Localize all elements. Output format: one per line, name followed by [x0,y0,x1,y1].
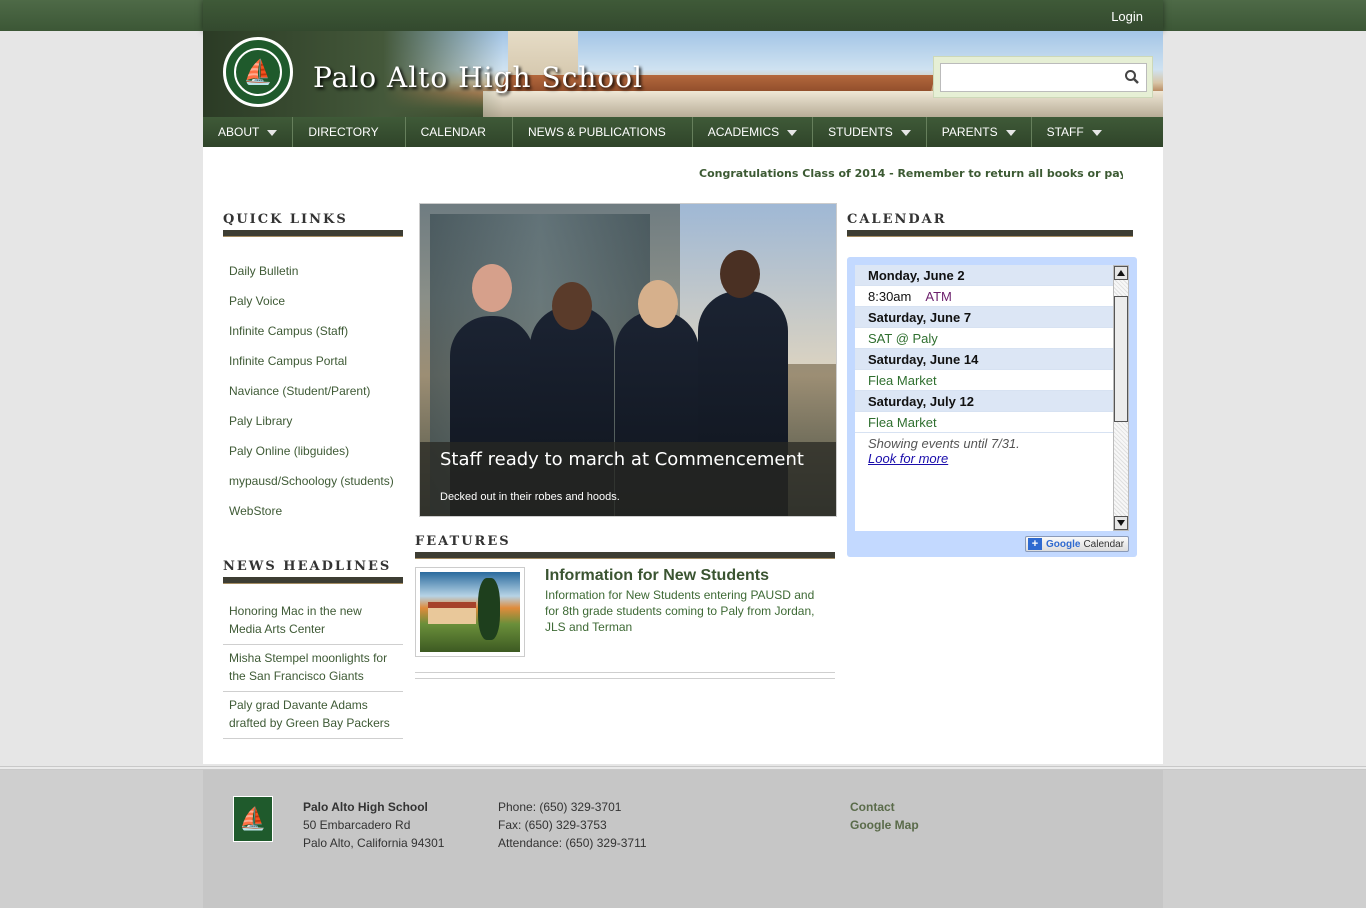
nav-directory[interactable]: DIRECTORY [293,117,406,147]
quick-link-item[interactable]: Paly Voice [223,292,403,310]
calendar-section: CALENDAR [847,212,1133,237]
scrollbar-thumb[interactable] [1114,296,1128,422]
look-for-more-link[interactable]: Look for more [868,451,948,466]
footer-phone: Phone: (650) 329-3701 [498,800,622,814]
quick-link-item[interactable]: Paly Library [223,412,403,430]
nav-academics[interactable]: ACADEMICS [693,117,814,147]
calendar-event-row[interactable]: SAT @ Paly [855,328,1113,349]
announcement-marquee: Congratulations Class of 2014 - Remember… [699,167,1123,180]
scroll-up-arrow-icon[interactable] [1114,266,1128,280]
footer-attendance: Attendance: (650) 329-3711 [498,836,647,850]
quick-link-item[interactable]: WebStore [223,502,403,520]
news-headlines-title: NEWS HEADLINES [223,559,392,574]
caret-down-icon [900,129,911,136]
event-title[interactable]: ATM [925,289,951,304]
footer-links: Contact Google Map [850,798,919,834]
caret-down-icon [267,129,278,136]
news-item[interactable]: Paly grad Davante Adams drafted by Green… [223,692,403,739]
calendar-date-row: Saturday, July 12 [855,391,1113,412]
google-logo: Google [1046,538,1081,550]
nav-calendar[interactable]: CALENDAR [406,117,513,147]
footer-fax: Fax: (650) 329-3753 [498,818,607,832]
section-divider [223,577,403,584]
section-divider [223,230,403,237]
header-banner: ⛵ Palo Alto High School [203,31,1163,117]
contact-link[interactable]: Contact [850,798,919,816]
footer-address-line: Palo Alto, California 94301 [303,836,445,850]
footer: ⛵ Palo Alto High School 50 Embarcadero R… [203,770,1163,908]
caret-down-icon [1005,129,1016,136]
quick-links-title: QUICK LINKS [223,212,348,227]
quick-link-item[interactable]: Paly Online (libguides) [223,442,403,460]
quick-link-item[interactable]: Infinite Campus (Staff) [223,322,403,340]
feature-description: Information for New Students entering PA… [545,588,815,634]
features-section: FEATURES Information for New Students In… [415,534,835,679]
calendar-scrollbar[interactable] [1113,265,1129,531]
google-map-link[interactable]: Google Map [850,816,919,834]
calendar-date-row: Saturday, June 14 [855,349,1113,370]
news-item[interactable]: Honoring Mac in the new Media Arts Cente… [223,598,403,645]
site-title[interactable]: Palo Alto High School [313,61,643,94]
event-time: 8:30am [868,289,912,304]
calendar-event-row[interactable]: 8:30am ATM [855,286,1113,307]
calendar-event-row[interactable]: Flea Market [855,412,1113,433]
news-headlines: NEWS HEADLINES Honoring Mac in the new M… [223,559,403,739]
top-bar: Login [203,0,1163,31]
plus-icon: + [1028,538,1042,550]
scroll-down-arrow-icon[interactable] [1114,516,1128,530]
footer-address-line: 50 Embarcadero Rd [303,818,411,832]
calendar-date-row: Monday, June 2 [855,265,1113,286]
caret-down-icon [787,129,798,136]
nav-staff[interactable]: STAFF [1032,117,1117,147]
school-seal-logo[interactable]: ⛵ [223,37,293,107]
section-divider [415,552,835,559]
calendar-event-row[interactable]: Flea Market [855,370,1113,391]
school-crest-icon: ⛵ [233,796,273,842]
quick-link-item[interactable]: Daily Bulletin [223,262,403,280]
quick-link-item[interactable]: Naviance (Student/Parent) [223,382,403,400]
footer-school-name: Palo Alto High School [303,800,428,814]
quick-link-item[interactable]: mypausd/Schoology (students) [223,472,403,490]
slide-caption-subtitle: Decked out in their robes and hoods. [440,491,620,503]
viking-ship-icon: ⛵ [234,48,282,96]
feature-item: Information for New Students Information… [415,567,835,673]
feature-title[interactable]: Information for New Students [545,567,769,585]
features-title: FEATURES [415,534,511,549]
caret-down-icon [1091,129,1102,136]
search-input[interactable] [940,63,1147,92]
section-divider [415,678,835,679]
quick-link-item[interactable]: Infinite Campus Portal [223,352,403,370]
page-column: ⛵ Palo Alto High School ABOUT DIRECTORY … [203,31,1163,764]
featured-slideshow[interactable]: Staff ready to march at Commencement Dec… [419,203,837,517]
calendar-agenda: Monday, June 2 8:30am ATM Saturday, June … [855,265,1113,531]
footer-phones: Phone: (650) 329-3701 Fax: (650) 329-375… [498,798,647,852]
calendar-date-row: Saturday, June 7 [855,307,1113,328]
slide-caption-title[interactable]: Staff ready to march at Commencement [440,449,804,470]
add-google-calendar-button[interactable]: + Google Calendar [1025,536,1129,552]
nav-news-publications[interactable]: NEWS & PUBLICATIONS [513,117,693,147]
nav-students[interactable]: STUDENTS [813,117,927,147]
calendar-footer: Showing events until 7/31. Look for more [855,433,1113,469]
nav-about[interactable]: ABOUT [203,117,294,147]
nav-parents[interactable]: PARENTS [927,117,1032,147]
feature-thumbnail[interactable] [415,567,525,657]
search-icon[interactable] [1124,69,1140,85]
calendar-title: CALENDAR [847,212,947,227]
main-nav: ABOUT DIRECTORY CALENDAR NEWS & PUBLICAT… [203,117,1163,147]
news-item[interactable]: Misha Stempel moonlights for the San Fra… [223,645,403,692]
google-calendar-widget: Monday, June 2 8:30am ATM Saturday, June … [847,257,1137,557]
login-link[interactable]: Login [1111,9,1143,24]
quick-links: QUICK LINKS Daily Bulletin Paly Voice In… [223,212,403,532]
footer-address: Palo Alto High School 50 Embarcadero Rd … [303,798,444,852]
search-box [933,56,1153,98]
section-divider [847,230,1133,237]
showing-events-text: Showing events until 7/31. [868,436,1020,451]
